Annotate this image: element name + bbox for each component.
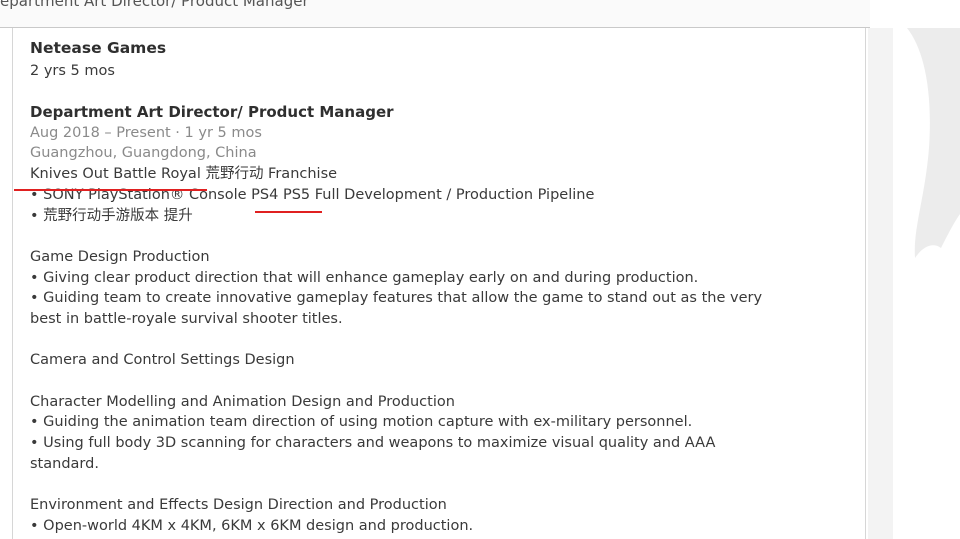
section-line: • Guiding the animation team direction o… <box>30 414 693 431</box>
section-line: • Guiding team to create innovative game… <box>30 290 763 307</box>
franchise-suffix: 荒野行动 Franchise <box>200 166 338 183</box>
card-right-border <box>865 28 866 539</box>
bullet-sony-console: • SONY PlayStation® Console PS4 PS5 Full… <box>30 185 810 206</box>
bullet-mobile: • 荒野行动手游版本 提升 <box>30 207 193 224</box>
experience-entry: Netease Games 2 yrs 5 mos Department Art… <box>30 38 810 537</box>
bullet-sony-suffix: Full Development / Production Pipeline <box>310 186 595 203</box>
scrollbar-track[interactable] <box>868 28 894 539</box>
page-header-bar: epartment Art Director/ Product Manager <box>0 0 870 28</box>
role-title: Department Art Director/ Product Manager <box>30 103 394 122</box>
card-left-border <box>12 28 13 539</box>
page-header-title: epartment Art Director/ Product Manager <box>0 0 309 10</box>
section-line: • Open-world 4KM x 4KM, 6KM x 6KM design… <box>30 517 474 534</box>
bullet-sony-platforms: PS4 PS5 <box>251 186 311 203</box>
section-heading: Game Design Production <box>30 248 210 265</box>
annotation-underline-platforms <box>255 211 322 213</box>
franchise-line: Knives Out Battle Royal 荒野行动 Franchise <box>30 164 810 185</box>
role-location: Guangzhou, Guangdong, China <box>30 145 257 162</box>
company-name[interactable]: Netease Games <box>30 38 810 59</box>
annotation-underline-franchise <box>14 189 207 191</box>
section-heading: Camera and Control Settings Design <box>30 352 295 369</box>
section-line: • Using full body 3D scanning for charac… <box>30 435 716 452</box>
section-line: standard. <box>30 455 99 472</box>
section-heading: Environment and Effects Design Direction… <box>30 497 447 514</box>
tenure: 2 yrs 5 mos <box>30 62 115 79</box>
franchise-title: Knives Out Battle Royal <box>30 166 201 183</box>
section-line: best in battle-royale survival shooter t… <box>30 310 343 327</box>
section-heading: Character Modelling and Animation Design… <box>30 393 455 410</box>
role-dates: Aug 2018 – Present · 1 yr 5 mos <box>30 124 262 141</box>
section-line: • Giving clear product direction that wi… <box>30 269 699 286</box>
white-blob-shape <box>893 28 960 539</box>
